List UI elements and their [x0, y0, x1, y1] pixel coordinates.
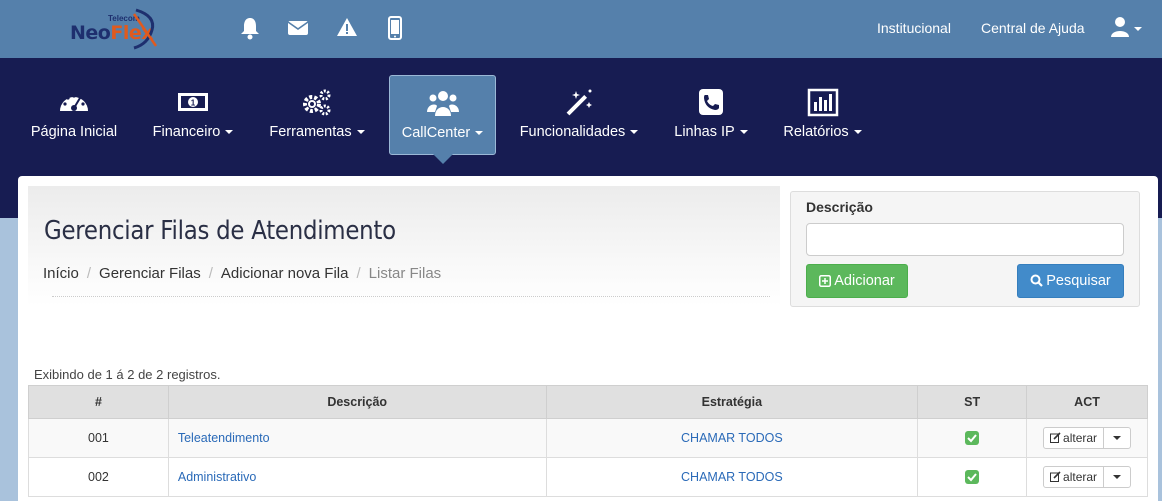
nav-item-relatorios[interactable]: Relatórios — [775, 75, 870, 155]
dashboard-icon — [60, 94, 88, 111]
descricao-link[interactable]: Teleatendimento — [178, 431, 270, 445]
chevron-down-icon — [1113, 436, 1122, 440]
table-header-row: # Descrição Estratégia ST ACT — [28, 385, 1148, 419]
row-descricao: Administrativo — [167, 457, 547, 497]
action-dropdown-toggle[interactable] — [1104, 467, 1130, 487]
records-count: Exibindo de 1 á 2 de 2 registros. — [34, 367, 221, 382]
bell-icon[interactable] — [239, 16, 261, 40]
nav-item-linhas-ip[interactable]: Linhas IP — [667, 75, 755, 155]
logo-swoosh-icon — [132, 8, 158, 50]
gears-icon — [303, 89, 331, 116]
chevron-down-icon — [475, 131, 484, 136]
nav-item-pagina-inicial[interactable]: Página Inicial — [22, 75, 126, 155]
table-row: 001 Teleatendimento CHAMAR TODOS alterar — [28, 418, 1148, 458]
queues-table: # Descrição Estratégia ST ACT 001 Teleat… — [28, 385, 1148, 497]
column-header-descricao[interactable]: Descrição — [167, 385, 547, 419]
breadcrumb-adicionar-fila[interactable]: Adicionar nova Fila — [221, 265, 349, 282]
nav-label: Funcionalidades — [511, 124, 647, 140]
breadcrumb-inicio[interactable]: Início — [43, 265, 79, 282]
mobile-icon[interactable] — [384, 16, 406, 40]
user-menu[interactable] — [1110, 16, 1146, 40]
svg-text:1: 1 — [191, 99, 196, 108]
breadcrumb-current: Listar Filas — [368, 265, 442, 282]
nav-label: Ferramentas — [261, 124, 373, 140]
column-header-st[interactable]: ST — [917, 385, 1028, 419]
row-actions: alterar — [1026, 418, 1148, 458]
chevron-down-icon — [1134, 27, 1142, 31]
row-estrategia: CHAMAR TODOS — [545, 457, 919, 497]
chevron-down-icon — [853, 130, 862, 135]
row-descricao: Teleatendimento — [167, 418, 547, 458]
top-bar: Telecom NeoFlex Institucional Central de… — [0, 0, 1162, 58]
check-square-icon — [965, 431, 980, 446]
row-id: 002 — [28, 457, 169, 497]
divider — [52, 296, 770, 297]
nav-label: Financeiro — [144, 124, 242, 140]
column-header-act: ACT — [1026, 385, 1148, 419]
check-square-icon — [965, 470, 980, 485]
nav-label: Página Inicial — [30, 124, 118, 140]
row-estrategia: CHAMAR TODOS — [545, 418, 919, 458]
column-header-estrategia[interactable]: Estratégia — [545, 385, 919, 419]
add-button[interactable]: Adicionar — [806, 264, 908, 298]
edit-button[interactable]: alterar — [1044, 467, 1105, 487]
nav-item-funcionalidades[interactable]: Funcionalidades — [511, 75, 647, 155]
content-card: Gerenciar Filas de Atendimento Início / Ge… — [18, 176, 1158, 501]
envelope-icon[interactable] — [287, 16, 309, 40]
chevron-down-icon — [356, 130, 365, 135]
breadcrumb-separator: / — [86, 265, 92, 282]
descricao-link[interactable]: Administrativo — [178, 470, 257, 484]
search-button[interactable]: Pesquisar — [1017, 264, 1124, 298]
nav-label: Linhas IP — [667, 124, 755, 140]
neoflex-logo[interactable]: Telecom NeoFlex — [68, 6, 160, 52]
row-actions: alterar — [1026, 457, 1148, 497]
help-center-link[interactable]: Central de Ajuda — [981, 20, 1085, 36]
phone-icon — [699, 89, 723, 115]
user-icon — [1111, 17, 1129, 37]
page-header: Gerenciar Filas de Atendimento Início / Ge… — [28, 186, 780, 306]
bar-chart-icon — [807, 88, 838, 117]
page-title: Gerenciar Filas de Atendimento — [44, 216, 396, 246]
table-row: 002 Administrativo CHAMAR TODOS alterar — [28, 457, 1148, 497]
search-panel: Descrição Adicionar Pesquisar — [790, 191, 1140, 307]
action-dropdown-toggle[interactable] — [1104, 428, 1130, 448]
nav-label: CallCenter — [390, 125, 495, 141]
plus-square-icon — [819, 275, 832, 287]
chevron-down-icon — [225, 130, 234, 135]
edit-icon — [1050, 432, 1061, 443]
nav-item-ferramentas[interactable]: Ferramentas — [261, 75, 373, 155]
descricao-label: Descrição — [806, 199, 873, 215]
row-id: 001 — [28, 418, 169, 458]
action-button-group: alterar — [1043, 427, 1132, 449]
chevron-down-icon — [630, 130, 639, 135]
edit-button[interactable]: alterar — [1044, 428, 1105, 448]
nav-label: Relatórios — [775, 124, 870, 140]
descricao-input[interactable] — [806, 223, 1124, 256]
breadcrumb-separator: / — [356, 265, 361, 282]
column-header-id[interactable]: # — [28, 385, 169, 419]
search-icon — [1030, 274, 1044, 287]
institucional-link[interactable]: Institucional — [877, 20, 951, 36]
nav-item-callcenter[interactable]: CallCenter — [389, 75, 496, 164]
warning-icon[interactable] — [336, 16, 358, 40]
row-status — [917, 418, 1028, 458]
nav-item-financeiro[interactable]: 1 Financeiro — [144, 75, 242, 155]
breadcrumb: Início / Gerenciar Filas / Adicionar nova Fi… — [43, 265, 441, 282]
edit-icon — [1050, 471, 1061, 482]
users-icon — [426, 91, 459, 116]
chevron-down-icon — [739, 130, 748, 135]
action-button-group: alterar — [1043, 466, 1132, 488]
breadcrumb-gerenciar-filas[interactable]: Gerenciar Filas — [99, 265, 201, 282]
chevron-down-icon — [1113, 475, 1122, 479]
magic-wand-icon — [566, 89, 592, 116]
breadcrumb-separator: / — [208, 265, 213, 282]
estrategia-link[interactable]: CHAMAR TODOS — [681, 470, 783, 484]
money-icon: 1 — [178, 93, 208, 111]
row-status — [917, 457, 1028, 497]
estrategia-link[interactable]: CHAMAR TODOS — [681, 431, 783, 445]
